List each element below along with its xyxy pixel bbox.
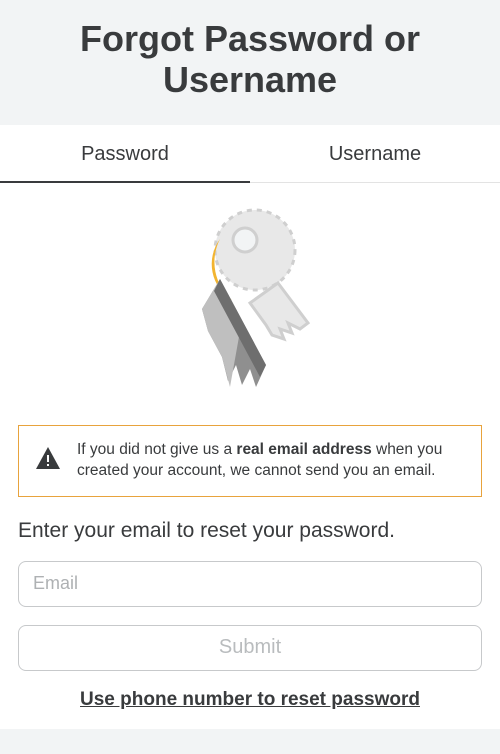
key-illustration <box>18 183 482 425</box>
tab-password[interactable]: Password <box>0 125 250 182</box>
warning-icon <box>35 446 61 475</box>
alert-bold: real email address <box>236 441 371 458</box>
keys-icon <box>170 205 330 395</box>
tab-username[interactable]: Username <box>250 125 500 182</box>
tab-bar: Password Username <box>0 125 500 183</box>
alert-text: If you did not give us a real email addr… <box>77 440 465 482</box>
page-title: Forgot Password or Username <box>10 18 490 101</box>
alert-prefix: If you did not give us a <box>77 441 236 458</box>
alert-box: If you did not give us a real email addr… <box>18 425 482 497</box>
page-header: Forgot Password or Username <box>0 0 500 125</box>
email-input[interactable] <box>18 561 482 607</box>
reset-card: If you did not give us a real email addr… <box>0 183 500 729</box>
instruction-text: Enter your email to reset your password. <box>18 519 482 543</box>
submit-button[interactable]: Submit <box>18 625 482 671</box>
use-phone-link[interactable]: Use phone number to reset password <box>18 689 482 711</box>
